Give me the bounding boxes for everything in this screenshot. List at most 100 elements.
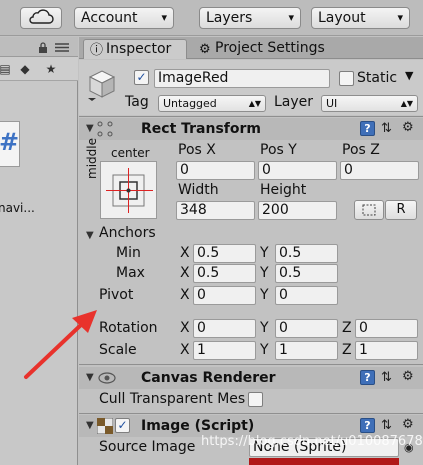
canvas-renderer-header[interactable]: ▼ Canvas Renderer ? ⇅ ⚙ xyxy=(79,367,423,389)
active-checkbox[interactable]: ✓ xyxy=(134,70,149,85)
chevron-down-icon: ▾ xyxy=(397,11,403,24)
rect-transform-header[interactable]: ▼ Rect Transform ? ⇅ ⚙ xyxy=(79,118,423,140)
rect-transform-icon xyxy=(97,121,113,137)
rotation-label: Rotation xyxy=(99,320,158,336)
height-field[interactable]: 200 xyxy=(258,201,337,220)
rotation-x-field[interactable]: 0 xyxy=(193,319,256,338)
foldout-arrow-icon[interactable]: ▼ xyxy=(86,420,94,431)
anchor-max-label: Max xyxy=(116,265,145,281)
color-swatch[interactable] xyxy=(249,458,399,465)
help-icon[interactable]: ? xyxy=(360,370,375,385)
layer-dropdown[interactable]: UI ▲▼ xyxy=(321,95,418,112)
width-field[interactable]: 348 xyxy=(176,201,255,220)
layer-value: UI xyxy=(326,97,338,110)
anchor-max-x-field[interactable]: 0.5 xyxy=(193,264,256,283)
anchor-min-x-field[interactable]: 0.5 xyxy=(193,244,256,263)
static-label: Static xyxy=(357,70,398,86)
scale-x-field[interactable]: 1 xyxy=(193,341,256,360)
chevron-down-icon: ▾ xyxy=(161,11,167,24)
layout-dropdown[interactable]: Layout ▾ xyxy=(311,7,410,29)
foldout-arrow-icon[interactable]: ▼ xyxy=(86,372,94,383)
scale-y-field[interactable]: 1 xyxy=(275,341,338,360)
star-icon[interactable]: ★ xyxy=(42,61,60,77)
preset-icon[interactable]: ⇅ xyxy=(381,418,392,433)
width-label: Width xyxy=(178,182,219,198)
script-asset-glyph: # xyxy=(0,128,20,156)
pos-z-field[interactable]: 0 xyxy=(340,161,419,180)
pivot-x-axis: X xyxy=(180,287,190,303)
divider xyxy=(79,116,423,117)
pos-x-label: Pos X xyxy=(178,142,216,158)
preset-icon[interactable]: ⇅ xyxy=(381,121,392,136)
cloud-button[interactable] xyxy=(20,7,62,29)
scale-z-field[interactable]: 1 xyxy=(355,341,418,360)
tag-dropdown[interactable]: Untagged ▲▼ xyxy=(158,95,266,112)
pivot-y-field[interactable]: 0 xyxy=(275,286,338,305)
pivot-label: Pivot xyxy=(99,287,134,303)
scale-x-axis: X xyxy=(180,342,190,358)
anchor-max-x-axis: X xyxy=(180,265,190,281)
inspector-tabbar: ⓘ Inspector ⚙ Project Settings xyxy=(79,37,423,59)
object-name-field[interactable]: ImageRed xyxy=(154,69,330,88)
settings-gear-icon[interactable]: ⚙ xyxy=(402,417,414,432)
filter-icon[interactable]: ▤ xyxy=(0,61,14,77)
foldout-arrow-icon[interactable]: ▼ xyxy=(86,123,94,134)
chevron-updown-icon: ▲▼ xyxy=(248,99,261,108)
tab-inspector[interactable]: ⓘ Inspector xyxy=(83,39,187,59)
layout-label: Layout xyxy=(318,10,366,26)
tab-project-settings-label: Project Settings xyxy=(215,40,325,56)
rotation-y-axis: Y xyxy=(260,320,269,336)
pivot-x-field[interactable]: 0 xyxy=(193,286,256,305)
cull-transparent-checkbox[interactable] xyxy=(248,392,263,407)
blueprint-icon xyxy=(362,204,376,216)
raw-edit-button[interactable]: R xyxy=(385,200,417,220)
preset-icon[interactable]: ⇅ xyxy=(381,370,392,385)
anchor-min-y-axis: Y xyxy=(260,245,269,261)
watermark: https://blog.csdn.net/u010087678 xyxy=(201,434,423,449)
anchor-presets-button[interactable] xyxy=(100,161,157,219)
settings-gear-icon[interactable]: ⚙ xyxy=(402,369,414,384)
project-tabbar xyxy=(0,37,78,57)
pos-y-label: Pos Y xyxy=(260,142,297,158)
rotation-z-axis: Z xyxy=(342,320,352,336)
rect-transform-title: Rect Transform xyxy=(141,121,262,137)
tag-icon[interactable]: ◆ xyxy=(16,61,34,77)
anchor-side-label: middle xyxy=(85,138,99,179)
anchors-foldout-icon[interactable]: ▼ xyxy=(86,230,94,241)
gameobject-icon[interactable] xyxy=(86,68,118,102)
pos-y-field[interactable]: 0 xyxy=(258,161,337,180)
account-label: Account xyxy=(81,10,138,26)
gear-icon: ⚙ xyxy=(199,42,211,57)
tab-project-settings[interactable]: ⚙ Project Settings xyxy=(193,39,345,59)
settings-gear-icon[interactable]: ⚙ xyxy=(402,120,414,135)
help-icon[interactable]: ? xyxy=(360,418,375,433)
rotation-z-field[interactable]: 0 xyxy=(355,319,418,338)
chevron-down-icon[interactable]: ▼ xyxy=(405,69,413,82)
anchor-max-y-field[interactable]: 0.5 xyxy=(275,264,338,283)
scale-y-axis: Y xyxy=(260,342,269,358)
blueprint-mode-button[interactable] xyxy=(354,200,384,220)
script-asset-thumbnail[interactable]: # xyxy=(0,121,20,167)
chevron-updown-icon: ▲▼ xyxy=(400,99,413,108)
anchor-min-x-axis: X xyxy=(180,245,190,261)
anchor-min-y-field[interactable]: 0.5 xyxy=(275,244,338,263)
image-icon xyxy=(97,418,113,434)
tag-label: Tag xyxy=(125,94,149,110)
rotation-y-field[interactable]: 0 xyxy=(275,319,338,338)
chevron-down-icon: ▾ xyxy=(288,11,294,24)
static-checkbox[interactable] xyxy=(339,71,354,86)
pos-x-field[interactable]: 0 xyxy=(176,161,255,180)
anchor-min-label: Min xyxy=(116,245,141,261)
layers-dropdown[interactable]: Layers ▾ xyxy=(199,7,301,29)
object-header: ✓ ImageRed Static ▼ Tag Untagged ▲▼ Laye… xyxy=(79,60,423,115)
menu-icon[interactable] xyxy=(55,43,69,52)
source-image-label: Source Image xyxy=(99,439,196,455)
image-enabled-checkbox[interactable]: ✓ xyxy=(115,418,130,433)
account-dropdown[interactable]: Account ▾ xyxy=(74,7,174,29)
pos-z-label: Pos Z xyxy=(342,142,380,158)
lock-icon[interactable] xyxy=(38,42,48,53)
rotation-x-axis: X xyxy=(180,320,190,336)
project-panel: ▤ ◆ ★ # navi... xyxy=(0,37,78,465)
help-icon[interactable]: ? xyxy=(360,121,375,136)
canvas-renderer-title: Canvas Renderer xyxy=(141,370,276,386)
